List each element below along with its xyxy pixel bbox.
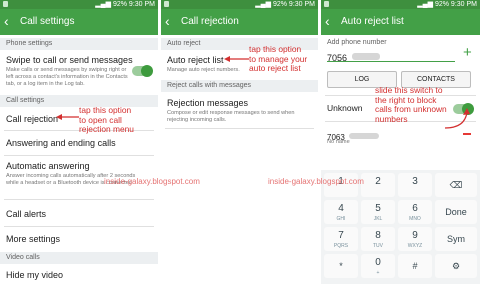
auto-reject-list-description: Manage auto reject numbers. (167, 67, 240, 73)
status-bar: ▂▄▆ 92% 9:30 PM (0, 0, 158, 9)
status-time: 9:30 PM (450, 1, 477, 8)
status-bar: ▂▄▆ 92% 9:30 PM (161, 0, 318, 9)
key-4[interactable]: 4 GHI (324, 200, 358, 224)
annotation-arrow (444, 108, 470, 129)
auto-reject-list-option[interactable]: Auto reject list (167, 55, 224, 65)
signal-icon: ▂▄▆ (95, 1, 113, 8)
call-rejection-option[interactable]: Call rejection (6, 114, 58, 124)
annotation-auto-reject-list: tap this option to manage your auto reje… (249, 44, 308, 73)
section-auto-reject: Auto reject (167, 40, 201, 47)
back-arrow-icon[interactable]: ‹ (325, 12, 330, 30)
key-8[interactable]: 8 TUV (361, 227, 395, 251)
annotation-call-rejection: tap this option to open call rejection m… (79, 105, 134, 134)
add-number-icon[interactable]: + (463, 44, 472, 61)
key-3[interactable]: 3 (398, 173, 432, 197)
call-alerts-option[interactable]: Call alerts (6, 209, 46, 219)
blurred-digits (349, 132, 380, 139)
page-title: Call rejection (181, 16, 239, 27)
backspace-icon: ⌫ (449, 180, 463, 190)
done-key[interactable]: Done (435, 200, 477, 224)
add-phone-number-label: Add phone number (327, 39, 387, 46)
action-bar: ‹ Auto reject list (321, 9, 480, 35)
sym-key[interactable]: Sym (435, 227, 477, 251)
blocked-number-name: No name (327, 139, 350, 145)
unknown-label: Unknown (327, 103, 363, 113)
status-time: 9:30 PM (288, 1, 315, 8)
page-title: Call settings (20, 16, 75, 27)
key-0[interactable]: 0 + (361, 254, 395, 278)
call-settings-screen: ▂▄▆ 92% 9:30 PM ‹ Call settings Phone se… (0, 0, 158, 284)
annotation-unknown-switch: slide this switch to the right to block … (375, 85, 447, 124)
section-video-calls: Video calls (6, 254, 40, 261)
annotation-arrow (56, 114, 79, 120)
signal-icon: ▂▄▆ (417, 1, 435, 8)
swipe-to-call-description: Make calls or send messages by swiping r… (6, 67, 128, 87)
status-bar: ▂▄▆ 92% 9:30 PM (321, 0, 480, 9)
rejection-messages-description: Compose or edit response messages to sen… (167, 110, 295, 123)
key-hash[interactable]: # (398, 254, 432, 278)
auto-reject-list-screen: ▂▄▆ 92% 9:30 PM ‹ Auto reject list Add p… (321, 0, 480, 284)
key-9[interactable]: 9 WXYZ (398, 227, 432, 251)
swipe-toggle[interactable] (132, 65, 153, 77)
key-5[interactable]: 5 JKL (361, 200, 395, 224)
back-arrow-icon[interactable]: ‹ (165, 12, 170, 30)
section-phone-settings: Phone settings (6, 40, 53, 47)
notification-icon (324, 1, 329, 7)
backspace-key[interactable]: ⌫ (435, 173, 477, 197)
blurred-digits (352, 53, 381, 61)
action-bar: ‹ Call rejection (161, 9, 318, 35)
remove-number-icon[interactable] (463, 133, 471, 135)
answering-ending-calls-option[interactable]: Answering and ending calls (6, 138, 116, 148)
battery-level: 92% (272, 1, 287, 8)
key-7[interactable]: 7 PQRS (324, 227, 358, 251)
notification-icon (3, 1, 8, 7)
rejection-messages-option[interactable]: Rejection messages (167, 98, 248, 108)
section-reject-with-messages: Reject calls with messages (167, 82, 252, 89)
phone-number-value: 7056 (327, 53, 348, 63)
action-bar: ‹ Call settings (0, 9, 158, 35)
call-rejection-screen: ▂▄▆ 92% 9:30 PM ‹ Call rejection Auto re… (161, 0, 318, 284)
gear-icon: ⚙ (451, 261, 461, 271)
automatic-answering-option[interactable]: Automatic answering (6, 161, 90, 171)
watermark: inside-galaxy.blogspot.com (268, 177, 364, 186)
signal-icon: ▂▄▆ (255, 1, 273, 8)
battery-level: 92% (434, 1, 449, 8)
more-settings-option[interactable]: More settings (6, 234, 60, 244)
phone-number-input[interactable]: 7056 (327, 48, 455, 63)
watermark: inside-galaxy.blogspot.com (104, 177, 200, 186)
numeric-keypad: 1 2 3 ⌫ 4 GHI 5 JKL 6 MNO Done 7 PQRS 8 TUV 9… (321, 170, 480, 284)
status-time: 9:30 PM (128, 1, 155, 8)
annotation-arrow (224, 56, 249, 62)
key-2[interactable]: 2 (361, 173, 395, 197)
battery-level: 92% (112, 1, 127, 8)
swipe-to-call-option[interactable]: Swipe to call or send messages (6, 55, 133, 65)
page-title: Auto reject list (341, 16, 404, 27)
hide-my-video-option[interactable]: Hide my video (6, 270, 63, 280)
notification-icon (164, 1, 169, 7)
settings-key[interactable]: ⚙ (435, 254, 477, 278)
key-6[interactable]: 6 MNO (398, 200, 432, 224)
section-call-settings: Call settings (6, 97, 45, 104)
key-star[interactable]: * (324, 254, 358, 278)
back-arrow-icon[interactable]: ‹ (4, 12, 9, 30)
